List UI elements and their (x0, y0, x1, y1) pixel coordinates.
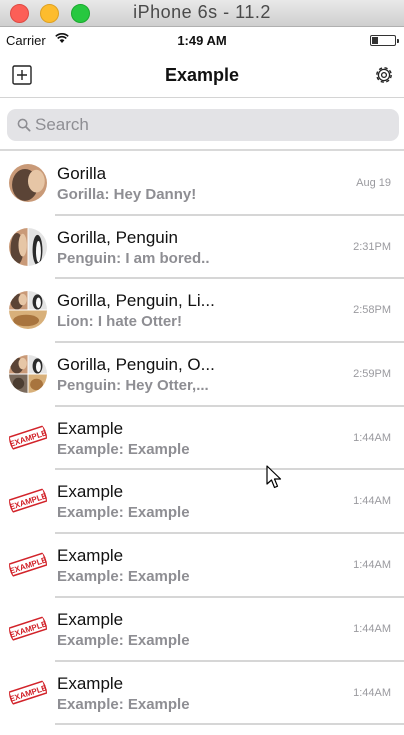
conversation-preview: Example: Example (57, 695, 190, 713)
conversation-time: 1:44AM (353, 622, 391, 635)
conversation-preview: Lion: I hate Otter! (57, 313, 182, 331)
avatar (9, 227, 47, 266)
battery-icon (370, 35, 399, 46)
conversation-time: 1:44AM (353, 559, 391, 572)
avatar (9, 291, 47, 330)
conversation-title: Example (57, 482, 124, 502)
simulator-title-bar: iPhone 6s - 11.2 (0, 0, 404, 27)
conversation-row[interactable]: EXAMPLE Example Example: Example 1:44AM (0, 534, 404, 598)
conversation-preview: Example: Example (57, 504, 190, 522)
conversation-time: 2:59PM (353, 368, 391, 381)
conversation-preview: Example: Example (57, 568, 190, 586)
avatar (9, 355, 47, 394)
conversation-row[interactable]: EXAMPLE Example Example: Example 1:44AM (0, 407, 404, 471)
conversation-row[interactable]: EXAMPLE Example Example: Example 1:44AM (0, 598, 404, 662)
conversation-row[interactable]: Gorilla, Penguin, Li... Lion: I hate Otte… (0, 279, 404, 343)
conversation-row[interactable]: Gorilla, Penguin, O... Penguin: Hey Otter… (0, 343, 404, 407)
avatar: EXAMPLE (9, 673, 47, 712)
conversation-title: Gorilla (57, 164, 107, 183)
conversation-title: Gorilla, Penguin, O... (57, 355, 215, 375)
status-bar: Carrier 1:49 AM (0, 27, 404, 53)
simulator-title: iPhone 6s - 11.2 (133, 2, 271, 22)
navigation-bar: Example (0, 53, 404, 98)
status-time: 1:49 AM (177, 33, 227, 48)
conversation-row[interactable]: Gorilla, Penguin Penguin: I am bored.. 2:3… (0, 216, 404, 280)
avatar: EXAMPLE (9, 482, 47, 521)
avatar (9, 164, 47, 202)
conversation-preview: Gorilla: Hey Danny! (57, 186, 197, 203)
conversation-list: Gorilla Gorilla: Hey Danny! Aug 19 Gorilla,… (0, 152, 404, 725)
search-icon (17, 118, 31, 132)
conversation-row[interactable]: Gorilla Gorilla: Hey Danny! Aug 19 (0, 152, 404, 216)
conversation-row[interactable]: EXAMPLE Example Example: Example 1:44AM (0, 662, 404, 726)
avatar: EXAMPLE (9, 546, 47, 585)
conversation-row[interactable]: EXAMPLE Example Example: Example 1:44AM (0, 470, 404, 534)
conversation-time: 1:44AM (353, 431, 391, 444)
search-field[interactable] (7, 109, 399, 141)
conversation-time: 1:44AM (353, 686, 391, 699)
simulator-window: iPhone 6s - 11.2 Carrier 1:49 AM Example (0, 0, 404, 735)
search-bar (0, 98, 404, 151)
conversation-preview: Example: Example (57, 440, 190, 458)
conversation-preview: Penguin: I am bored.. (57, 249, 210, 267)
avatar: EXAMPLE (9, 609, 47, 648)
conversation-preview: Penguin: Hey Otter,... (57, 377, 209, 395)
conversation-time: 1:44AM (353, 495, 391, 508)
search-input[interactable] (35, 109, 385, 141)
conversation-title: Gorilla, Penguin, Li... (57, 291, 215, 311)
conversation-title: Gorilla, Penguin (57, 227, 178, 247)
avatar: EXAMPLE (9, 418, 47, 457)
page-title: Example (164, 65, 240, 85)
conversation-title: Example (57, 418, 124, 438)
conversation-time: 2:31PM (353, 240, 391, 253)
conversation-title: Example (57, 609, 124, 629)
conversation-preview: Example: Example (57, 631, 190, 649)
conversation-title: Example (57, 673, 124, 693)
conversation-time: 2:58PM (353, 304, 391, 317)
conversation-title: Example (57, 546, 124, 566)
gear-icon[interactable] (372, 63, 396, 87)
mouse-cursor-icon (266, 465, 282, 489)
conversation-time: Aug 19 (356, 177, 391, 189)
